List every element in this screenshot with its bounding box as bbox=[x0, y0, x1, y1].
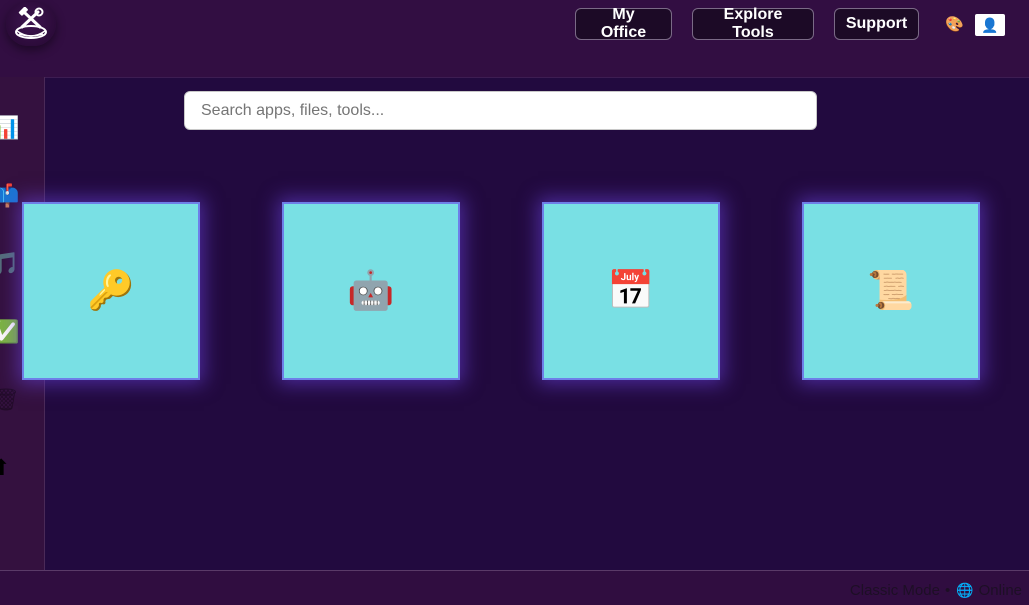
connection-status: Online bbox=[978, 582, 1022, 599]
explore-tools-button[interactable]: Explore Tools bbox=[692, 6, 814, 41]
sidebar-item-trash[interactable]: 🗑 bbox=[0, 387, 20, 413]
sidebar-item-music[interactable]: 🎵 bbox=[0, 251, 19, 277]
sidebar-item-mail[interactable]: 📫 bbox=[0, 183, 19, 209]
music-note-icon: 🎵 bbox=[0, 251, 19, 276]
globe-icon: 🌐 bbox=[956, 582, 974, 598]
app-tile-key[interactable]: 🔑 bbox=[22, 202, 200, 380]
my-office-button[interactable]: My Office bbox=[575, 6, 672, 41]
trash-icon: 🗑 bbox=[0, 387, 20, 412]
status-footer: Classic Mode • 🌐 Online bbox=[0, 570, 1029, 605]
search-input[interactable] bbox=[184, 91, 817, 130]
scroll-icon: 📜 bbox=[867, 270, 915, 312]
palette-icon[interactable]: 🎨 bbox=[945, 16, 964, 34]
separator: • bbox=[944, 582, 951, 599]
mailbox-icon: 📫 bbox=[0, 183, 19, 208]
tools-nest-logo-icon[interactable] bbox=[6, 2, 56, 46]
app-tile-calendar[interactable]: 📅 bbox=[542, 202, 720, 380]
user-avatar[interactable]: 👤 bbox=[975, 14, 1005, 36]
support-button[interactable]: Support bbox=[834, 8, 919, 40]
app-window: My Office Explore Tools Support 🎨 👤 📊 📫 … bbox=[0, 0, 1029, 605]
app-tile-robot[interactable]: 🤖 bbox=[282, 202, 460, 380]
status-bar-text: Classic Mode • 🌐 Online bbox=[850, 582, 1022, 599]
check-mark-icon: ✅ bbox=[0, 319, 19, 344]
user-silhouette-icon: 👤 bbox=[981, 17, 999, 33]
sidebar-item-charts[interactable]: 📊 bbox=[0, 115, 19, 141]
robot-icon: 🤖 bbox=[347, 270, 395, 312]
up-arrow-icon: ⬆ bbox=[0, 455, 10, 480]
bar-chart-icon: 📊 bbox=[0, 115, 19, 140]
calendar-icon: 📅 bbox=[607, 270, 655, 312]
sidebar-item-tasks[interactable]: ✅ bbox=[0, 319, 19, 345]
key-icon: 🔑 bbox=[87, 270, 135, 312]
sidebar-item-upload[interactable]: ⬆ bbox=[0, 455, 18, 481]
mode-label[interactable]: Classic Mode bbox=[850, 582, 940, 599]
top-header: My Office Explore Tools Support 🎨 👤 bbox=[0, 0, 1029, 77]
app-tile-scroll[interactable]: 📜 bbox=[802, 202, 980, 380]
logo-graphic bbox=[15, 7, 47, 39]
